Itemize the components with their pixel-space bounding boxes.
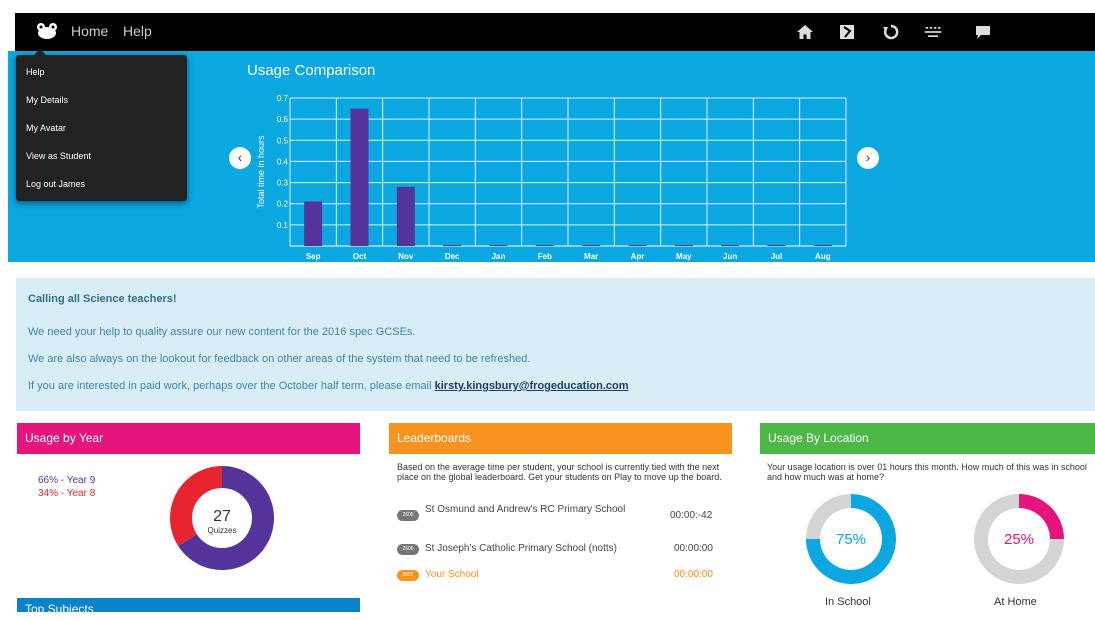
bar-mar[interactable] xyxy=(582,245,601,246)
bar-aug[interactable] xyxy=(813,245,832,246)
x-tick-label: Jun xyxy=(723,252,737,261)
leaderboards-header: Leaderboards xyxy=(389,423,732,454)
nav-help-link[interactable]: Help xyxy=(123,23,152,39)
x-tick-label: Jul xyxy=(771,252,783,261)
y-tick-label: 0.5 xyxy=(277,136,289,145)
y-axis-label: Total time in hours xyxy=(256,135,266,209)
top-subjects-header: Top Subjects xyxy=(17,598,360,616)
notice-line-3-text: If you are interested in paid work, perh… xyxy=(28,380,432,392)
usage-by-year-donut: 27 Quizzes xyxy=(170,466,274,570)
top-navbar: Home Help xyxy=(15,13,1095,51)
leaderboard-time: 00:00:00 xyxy=(674,569,713,580)
rank-badge: 2606 xyxy=(397,544,419,555)
y-tick-label: 0.1 xyxy=(277,221,289,230)
notice-line-1: We need your help to quality assure our … xyxy=(28,326,416,338)
nav-home-link[interactable]: Home xyxy=(71,23,108,39)
leaderboard-time: 00:00:00 xyxy=(674,543,713,554)
menu-icon[interactable] xyxy=(923,23,943,41)
chart-next-button[interactable]: › xyxy=(857,147,879,169)
user-dropdown-menu: Help My Details My Avatar View as Studen… xyxy=(16,49,187,201)
menu-item-log-out[interactable]: Log out James xyxy=(26,179,85,189)
x-tick-label: Jan xyxy=(492,252,506,261)
at-home-label: At Home xyxy=(994,596,1037,608)
usage-bar-chart: 0.1 0.2 0.3 0.4 0.5 0.6 0.7 Sep Oct Nov Dec Jan Feb M… xyxy=(256,94,847,261)
y-tick-label: 0.6 xyxy=(277,115,289,124)
frog-logo-icon[interactable] xyxy=(35,22,59,40)
bar-dec[interactable] xyxy=(443,245,462,246)
bar-apr[interactable] xyxy=(628,245,647,246)
refresh-icon[interactable] xyxy=(881,23,901,41)
at-home-percent: 25% xyxy=(1004,531,1034,548)
bookmark-icon[interactable] xyxy=(837,23,857,41)
x-tick-label: May xyxy=(676,252,692,261)
at-home-donut: 25% xyxy=(974,494,1064,584)
bar-jul[interactable] xyxy=(767,245,786,246)
notice-line-3: If you are interested in paid work, perh… xyxy=(28,380,629,392)
in-school-percent: 75% xyxy=(836,531,866,548)
rank-badge: 2607 xyxy=(397,570,419,581)
leaderboard-school-name: St Osmund and Andrew's RC Primary School xyxy=(425,504,626,515)
in-school-donut: 75% xyxy=(806,494,896,584)
x-tick-label: Oct xyxy=(353,252,367,261)
x-tick-label: Feb xyxy=(538,252,552,261)
quiz-count: 27 xyxy=(213,508,231,525)
year-9-legend: 66% - Year 9 xyxy=(38,475,96,486)
y-tick-label: 0.2 xyxy=(277,200,289,209)
bar-may[interactable] xyxy=(674,245,693,246)
chat-icon[interactable] xyxy=(973,23,993,41)
location-intro: Your usage location is over 01 hours thi… xyxy=(767,462,1087,482)
y-tick-label: 0.3 xyxy=(277,179,289,188)
x-tick-label: Nov xyxy=(398,252,414,261)
leaderboard-school-name: St Joseph's Catholic Primary School (not… xyxy=(425,543,617,554)
x-tick-label: Mar xyxy=(584,252,598,261)
menu-item-my-details[interactable]: My Details xyxy=(26,95,68,105)
bar-nov[interactable] xyxy=(396,186,415,246)
x-tick-label: Aug xyxy=(815,252,831,261)
in-school-label: In School xyxy=(825,596,871,608)
menu-item-help[interactable]: Help xyxy=(26,67,45,77)
quiz-label: Quizzes xyxy=(208,526,237,535)
leaderboard-time: 00:00:-42 xyxy=(670,510,713,521)
bar-oct[interactable] xyxy=(350,108,369,246)
rank-badge: 2605 xyxy=(397,510,419,521)
leaderboards-intro: Based on the average time per student, y… xyxy=(397,462,722,482)
usage-by-location-header: Usage By Location xyxy=(760,423,1095,454)
bar-jan[interactable] xyxy=(489,245,508,246)
y-tick-label: 0.4 xyxy=(277,157,289,166)
y-tick-label: 0.7 xyxy=(277,94,289,103)
x-tick-label: Apr xyxy=(631,252,645,261)
bar-sep[interactable] xyxy=(304,201,323,246)
menu-item-my-avatar[interactable]: My Avatar xyxy=(26,123,66,133)
leaderboard-your-school: Your School xyxy=(425,569,479,580)
year-8-legend: 34% - Year 8 xyxy=(38,488,96,499)
bar-feb[interactable] xyxy=(535,245,554,246)
notice-heading: Calling all Science teachers! xyxy=(28,293,177,305)
x-tick-label: Dec xyxy=(445,252,460,261)
usage-by-year-header: Usage by Year xyxy=(17,423,360,454)
notice-line-2: We are also always on the lookout for fe… xyxy=(28,353,531,365)
science-teachers-notice: Calling all Science teachers! We need yo… xyxy=(16,278,1095,411)
bar-jun[interactable] xyxy=(721,245,740,246)
chart-title: Usage Comparison xyxy=(247,62,376,79)
menu-item-view-as-student[interactable]: View as Student xyxy=(26,151,91,161)
home-icon[interactable] xyxy=(795,23,815,41)
notice-email-link[interactable]: kirsty.kingsbury@frogeducation.com xyxy=(435,380,629,392)
x-tick-label: Sep xyxy=(306,252,321,261)
